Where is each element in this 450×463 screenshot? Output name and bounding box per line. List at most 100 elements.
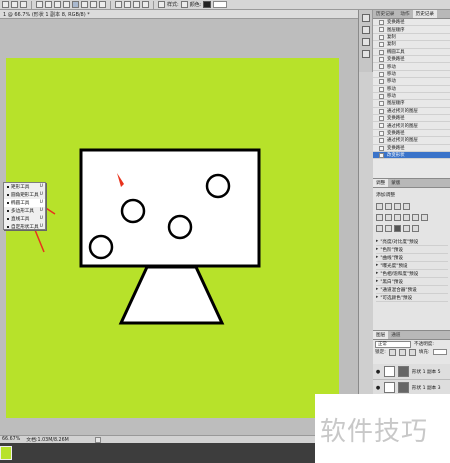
fill-pixels-icon[interactable] bbox=[20, 1, 27, 8]
color-swatch[interactable] bbox=[203, 1, 212, 8]
history-item[interactable]: 变换路径 bbox=[373, 19, 450, 27]
levels-icon[interactable] bbox=[385, 203, 392, 210]
selective-color-icon[interactable] bbox=[412, 225, 419, 232]
pen-tool-icon[interactable] bbox=[36, 1, 43, 8]
history-item[interactable]: 移动 bbox=[373, 93, 450, 101]
status-menu-arrow-icon[interactable] bbox=[94, 436, 101, 443]
preset-item[interactable]: ▸ "色相/饱和度"预设 bbox=[376, 270, 448, 278]
preset-item[interactable]: ▸ "曝光度"预设 bbox=[376, 262, 448, 270]
polygon-shape-icon[interactable] bbox=[81, 1, 88, 8]
photo-filter-icon[interactable] bbox=[412, 214, 419, 221]
flyout-item-line[interactable]: 直线工具 U bbox=[4, 215, 45, 223]
brightness-icon[interactable] bbox=[376, 203, 383, 210]
exposure-icon[interactable] bbox=[403, 203, 410, 210]
history-item[interactable]: 移动 bbox=[373, 63, 450, 71]
channel-mixer-icon[interactable] bbox=[421, 214, 428, 221]
history-item[interactable]: 复制 bbox=[373, 34, 450, 42]
lock-position-icon[interactable] bbox=[408, 348, 416, 356]
rectangle-shape-icon[interactable] bbox=[54, 1, 61, 8]
preset-item[interactable]: ▸ "色阶"预设 bbox=[376, 246, 448, 254]
vibrance-icon[interactable] bbox=[376, 214, 383, 221]
color-field[interactable] bbox=[213, 1, 228, 8]
history-item[interactable]: 移动 bbox=[373, 71, 450, 79]
history-item[interactable]: 图层顺序 bbox=[373, 26, 450, 34]
history-item[interactable]: 通过拷贝的图层 bbox=[373, 122, 450, 130]
document-tab[interactable]: 1 @ 66.7% (形状 1 副本 8, RGB/8) * bbox=[0, 10, 358, 19]
preset-item[interactable]: ▸ "黑白"预设 bbox=[376, 278, 448, 286]
expand-arrow-icon[interactable]: ▸ bbox=[376, 263, 378, 268]
history-item[interactable]: 通过拷贝的图层 bbox=[373, 137, 450, 145]
posterize-icon[interactable] bbox=[385, 225, 392, 232]
combine-mode-icon[interactable] bbox=[115, 1, 122, 8]
preset-item[interactable]: ▸ "通道混合器"预设 bbox=[376, 286, 448, 294]
fill-field[interactable] bbox=[432, 349, 447, 355]
history-item[interactable]: 椭圆工具 bbox=[373, 49, 450, 56]
invert-icon[interactable] bbox=[376, 225, 383, 232]
history-item[interactable]: 移动 bbox=[373, 86, 450, 93]
custom-shape-icon[interactable] bbox=[99, 1, 106, 8]
tab-masks[interactable]: 蒙版 bbox=[388, 179, 403, 187]
history-item[interactable]: 复制 bbox=[373, 41, 450, 49]
taskbar-thumbnail[interactable] bbox=[0, 446, 12, 460]
gradient-map-icon[interactable] bbox=[403, 225, 410, 232]
ellipse-shape-icon[interactable] bbox=[72, 1, 79, 8]
expand-arrow-icon[interactable]: ▸ bbox=[376, 255, 378, 260]
history-item[interactable]: 变换路径 bbox=[373, 56, 450, 64]
flyout-item-rounded-rectangle[interactable]: 圆角矩形工具 U bbox=[4, 191, 45, 199]
black-white-icon[interactable] bbox=[403, 214, 410, 221]
link-icon[interactable] bbox=[158, 1, 165, 8]
line-shape-icon[interactable] bbox=[90, 1, 97, 8]
path-icon[interactable] bbox=[11, 1, 18, 8]
expand-arrow-icon[interactable]: ▸ bbox=[376, 287, 378, 292]
expand-arrow-icon[interactable]: ▸ bbox=[376, 239, 378, 244]
preset-item[interactable]: ▸ "可选颜色"预设 bbox=[376, 294, 448, 302]
lock-pixels-icon[interactable] bbox=[398, 348, 406, 356]
preset-item[interactable]: ▸ "曲线"预设 bbox=[376, 254, 448, 262]
history-item[interactable]: 移动 bbox=[373, 78, 450, 86]
history-item[interactable]: 图层顺序 bbox=[373, 100, 450, 108]
tab-history[interactable]: 历史记录 bbox=[373, 10, 397, 18]
eye-icon[interactable]: ● bbox=[375, 385, 381, 391]
freeform-pen-icon[interactable] bbox=[45, 1, 52, 8]
flyout-item-ellipse[interactable]: 椭圆工具 U bbox=[4, 199, 45, 207]
rounded-rectangle-shape-icon[interactable] bbox=[63, 1, 70, 8]
layer-row[interactable]: ● 形状 1 副本 5 bbox=[373, 364, 450, 380]
flyout-item-rectangle[interactable]: 矩形工具 U bbox=[4, 183, 45, 191]
intersect-mode-icon[interactable] bbox=[133, 1, 140, 8]
history-item[interactable]: 改变形状 bbox=[373, 152, 450, 160]
hue-saturation-icon[interactable] bbox=[385, 214, 392, 221]
artboard[interactable] bbox=[6, 58, 339, 418]
curves-icon[interactable] bbox=[394, 203, 401, 210]
tab-actions[interactable]: 动作 bbox=[397, 10, 412, 18]
exclude-mode-icon[interactable] bbox=[142, 1, 149, 8]
zoom-level[interactable]: 66.67% bbox=[2, 437, 20, 442]
expand-arrow-icon[interactable]: ▸ bbox=[376, 279, 378, 284]
history-item[interactable]: 变换路径 bbox=[373, 145, 450, 153]
history-panel-icon[interactable] bbox=[361, 14, 370, 22]
tab-channels[interactable]: 通道 bbox=[388, 331, 403, 339]
eye-icon[interactable]: ● bbox=[375, 369, 381, 375]
canvas-area[interactable] bbox=[0, 19, 358, 435]
paragraph-panel-icon[interactable] bbox=[361, 50, 370, 58]
shape-layers-icon[interactable] bbox=[2, 1, 9, 8]
blend-mode-select[interactable]: 正常 bbox=[375, 340, 411, 348]
expand-arrow-icon[interactable]: ▸ bbox=[376, 247, 378, 252]
history-item[interactable]: 通过拷贝的图层 bbox=[373, 108, 450, 116]
style-picker-icon[interactable] bbox=[180, 1, 188, 8]
tab-layers[interactable]: 图层 bbox=[373, 331, 389, 339]
color-balance-icon[interactable] bbox=[394, 214, 401, 221]
lock-transparency-icon[interactable] bbox=[388, 348, 396, 356]
actions-panel-icon[interactable] bbox=[361, 26, 370, 34]
expand-arrow-icon[interactable]: ▸ bbox=[376, 271, 378, 276]
subtract-mode-icon[interactable] bbox=[124, 1, 131, 8]
flyout-item-polygon[interactable]: 多边形工具 U bbox=[4, 207, 45, 215]
tab-adjustments[interactable]: 调整 bbox=[373, 179, 389, 187]
threshold-icon[interactable] bbox=[394, 225, 401, 232]
history-item[interactable]: 变换路径 bbox=[373, 130, 450, 138]
flyout-item-custom-shape[interactable]: 自定形状工具 U bbox=[4, 223, 45, 231]
expand-arrow-icon[interactable]: ▸ bbox=[376, 295, 378, 300]
history-item[interactable]: 变换路径 bbox=[373, 115, 450, 123]
character-panel-icon[interactable] bbox=[361, 38, 370, 46]
preset-item[interactable]: ▸ "亮度/对比度"预设 bbox=[376, 238, 448, 246]
tab-history-active[interactable]: 历史记录 bbox=[412, 10, 437, 18]
